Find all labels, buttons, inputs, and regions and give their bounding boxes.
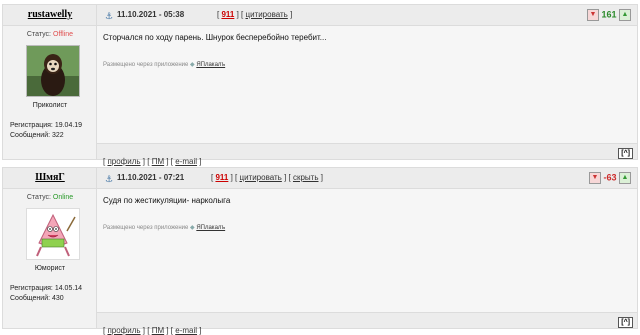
status-label: Статус: (26, 194, 51, 201)
msg-count: 322 (52, 132, 64, 139)
rating-value: 161 (601, 9, 617, 20)
hide-link[interactable]: скрыть (293, 173, 319, 182)
via-label: Размещено через приложение (103, 62, 189, 68)
post-actions: [ 911 ] [ цитировать ] (217, 10, 293, 19)
post-number-link[interactable]: 911 (221, 10, 234, 19)
avatar[interactable] (26, 208, 80, 260)
reg-label: Регистрация: (10, 285, 53, 292)
rating-value: -63 (603, 172, 617, 183)
post-datetime: 11.10.2021 - 07:21 (117, 173, 185, 182)
user-rank: Приколист (32, 102, 68, 109)
username-link[interactable]: ШмяГ (3, 172, 97, 183)
user-meta: Регистрация: 14.05.14 Сообщений: 430 (10, 284, 82, 304)
msg-label: Сообщений: (10, 132, 51, 139)
reg-date: 14.05.14 (54, 285, 83, 292)
post-body: ⚓ 11.10.2021 - 07:21 [ 911 ] [ цитироват… (96, 167, 638, 335)
via-app-link[interactable]: ЯПлакалъ (196, 225, 225, 231)
profile-link[interactable]: профиль (107, 326, 140, 335)
thumb-down-icon[interactable]: ▼ (586, 9, 599, 21)
status-label: Статус: (26, 31, 51, 38)
avatar-image (27, 46, 79, 96)
status-value: Offline (52, 31, 74, 38)
via-app: Размещено через приложение ◆ ЯПлакалъ (103, 61, 225, 68)
post-header: ⚓ 11.10.2021 - 05:38 [ 911 ] [ цитироват… (97, 5, 637, 26)
avatar[interactable] (26, 45, 80, 97)
status-value: Online (52, 194, 74, 201)
user-status: Статус: Offline (3, 31, 97, 38)
scroll-top-button[interactable]: [^] (618, 317, 633, 328)
post-header: ⚓ 11.10.2021 - 07:21 [ 911 ] [ цитироват… (97, 168, 637, 189)
post: ШмяГ Статус: Online Юморист Регистрация: (0, 167, 640, 335)
thumb-down-icon[interactable]: ▼ (588, 172, 601, 184)
thumb-up-icon[interactable]: ▲ (619, 9, 631, 21)
user-sidebar: rustawelly Статус: Offline Приколист Рег… (2, 4, 97, 160)
reg-date: 19.04.19 (54, 122, 83, 129)
rating-widget: ▼ 161 ▲ (586, 9, 631, 21)
email-link[interactable]: e-mail (175, 326, 197, 335)
quote-link[interactable]: цитировать (239, 173, 281, 182)
reg-label: Регистрация: (10, 122, 53, 129)
quote-link[interactable]: цитировать (245, 10, 287, 19)
post: rustawelly Статус: Offline Приколист Рег… (0, 4, 640, 166)
anchor-icon[interactable]: ⚓ (105, 174, 113, 185)
post-footer: [ профиль ] [ ПМ ] [ e-mail ] [^] (97, 143, 637, 166)
msg-label: Сообщений: (10, 295, 51, 302)
post-footer: [ профиль ] [ ПМ ] [ e-mail ] [^] (97, 312, 637, 335)
rating-widget: ▼ -63 ▲ (588, 172, 631, 184)
post-number-link[interactable]: 911 (215, 173, 228, 182)
post-datetime: 11.10.2021 - 05:38 (117, 10, 185, 19)
post-text: Судя по жестикуляции- нарколыга (103, 196, 231, 205)
pm-link[interactable]: ПМ (152, 326, 164, 335)
email-link[interactable]: e-mail (175, 157, 197, 166)
via-label: Размещено через приложение (103, 225, 189, 231)
via-app-link[interactable]: ЯПлакалъ (196, 62, 225, 68)
app-icon: ◆ (190, 62, 195, 68)
user-meta: Регистрация: 19.04.19 Сообщений: 322 (10, 121, 82, 141)
profile-link[interactable]: профиль (107, 157, 140, 166)
pm-link[interactable]: ПМ (152, 157, 164, 166)
user-rank: Юморист (34, 265, 66, 272)
anchor-icon[interactable]: ⚓ (105, 11, 113, 22)
post-text: Сторчался по ходу парень. Шнурок беспере… (103, 33, 327, 42)
app-icon: ◆ (190, 225, 195, 231)
avatar-image (27, 209, 79, 259)
post-actions: [ 911 ] [ цитировать ] [ скрыть ] (211, 173, 323, 182)
post-body: ⚓ 11.10.2021 - 05:38 [ 911 ] [ цитироват… (96, 4, 638, 166)
username-link[interactable]: rustawelly (3, 9, 97, 20)
user-status: Статус: Online (3, 194, 97, 201)
user-sidebar: ШмяГ Статус: Online Юморист Регистрация: (2, 167, 97, 329)
via-app: Размещено через приложение ◆ ЯПлакалъ (103, 224, 225, 231)
scroll-top-button[interactable]: [^] (618, 148, 633, 159)
thumb-up-icon[interactable]: ▲ (619, 172, 631, 184)
msg-count: 430 (52, 295, 64, 302)
